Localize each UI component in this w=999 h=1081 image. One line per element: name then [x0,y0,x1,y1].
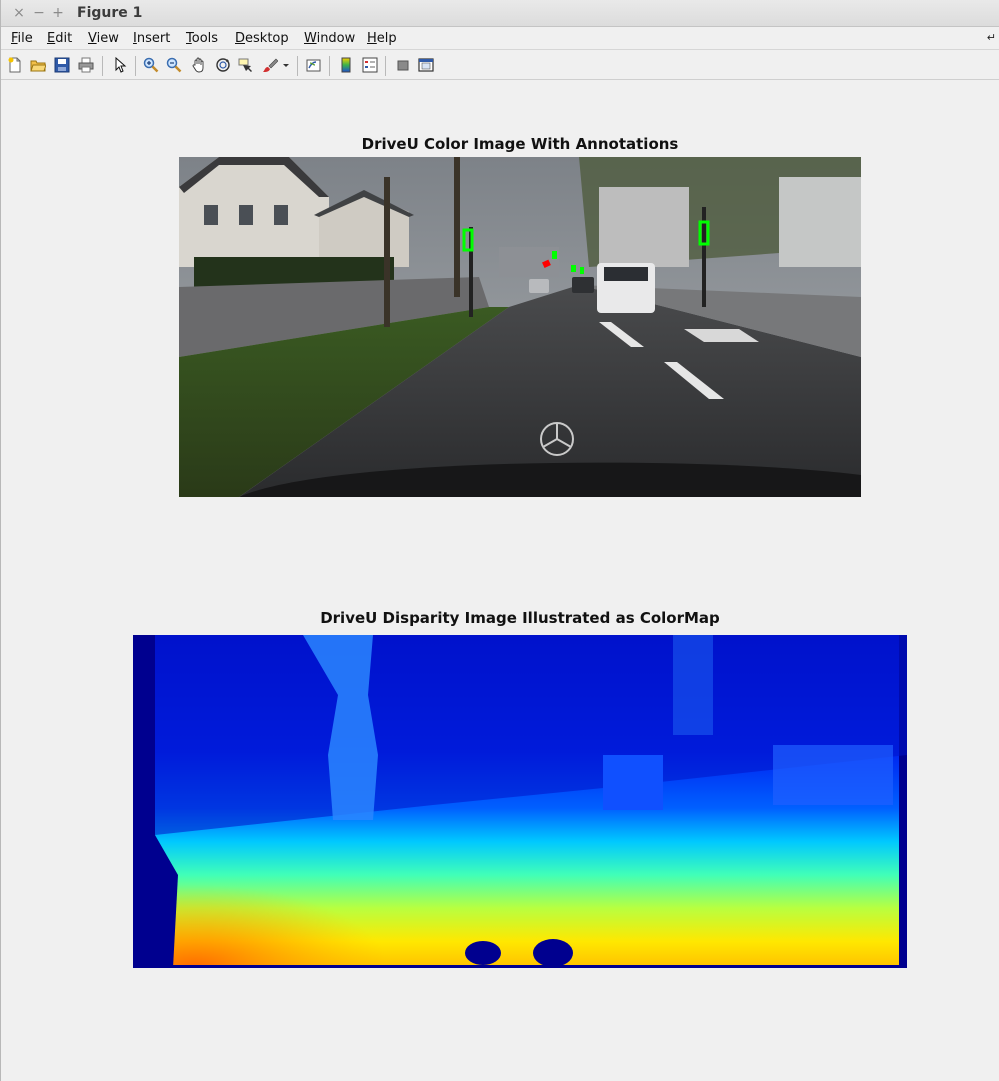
window-title: Figure 1 [77,5,143,21]
open-file-icon[interactable] [29,56,47,74]
traffic-light-annotation [580,267,584,274]
pan-hand-icon[interactable] [190,56,208,74]
figure-window: × − + Figure 1 File Edit View Insert Too… [0,0,999,1081]
toolbar-separator [135,56,136,76]
menu-dock-arrow-icon[interactable]: ↵ [987,31,996,44]
menu-edit[interactable]: Edit [47,31,72,46]
link-plot-icon[interactable] [305,56,323,74]
legend-icon[interactable] [361,56,379,74]
rotate-3d-icon[interactable] [214,56,232,74]
colorbar-icon[interactable] [337,56,355,74]
menu-insert[interactable]: Insert [133,31,170,46]
menu-bar: File Edit View Insert Tools Desktop Wind… [1,28,999,50]
toolbar-separator [385,56,386,76]
brush-icon[interactable] [261,56,279,74]
menu-view[interactable]: View [88,31,119,46]
hide-plot-tools-icon[interactable] [394,56,412,74]
menu-help[interactable]: Help [367,31,397,46]
show-plot-tools-icon[interactable] [417,56,435,74]
select-arrow-icon[interactable] [111,56,129,74]
brush-dropdown-icon[interactable] [281,56,291,74]
maximize-icon[interactable]: + [50,5,66,21]
color-image[interactable] [179,157,861,497]
new-figure-icon[interactable] [6,56,24,74]
zoom-out-icon[interactable] [165,56,183,74]
minimize-icon[interactable]: − [31,5,47,21]
toolbar-separator [102,56,103,76]
menu-tools[interactable]: Tools [186,31,218,46]
traffic-light-annotation [571,265,576,272]
save-icon[interactable] [53,56,71,74]
menu-window[interactable]: Window [304,31,355,46]
zoom-in-icon[interactable] [142,56,160,74]
menu-file[interactable]: File [11,31,33,46]
toolbar-separator [329,56,330,76]
traffic-light-annotation [552,251,557,259]
print-icon[interactable] [77,56,95,74]
axes-title-color-image: DriveU Color Image With Annotations [361,135,679,153]
data-cursor-icon[interactable] [237,56,255,74]
close-icon[interactable]: × [11,5,27,21]
toolbar-separator [297,56,298,76]
menu-desktop[interactable]: Desktop [235,31,289,46]
disparity-colormap-image[interactable] [133,635,907,968]
axes-title-disparity-image: DriveU Disparity Image Illustrated as Co… [320,609,720,627]
figure-toolbar [1,51,999,80]
title-bar: × − + Figure 1 [1,0,999,27]
